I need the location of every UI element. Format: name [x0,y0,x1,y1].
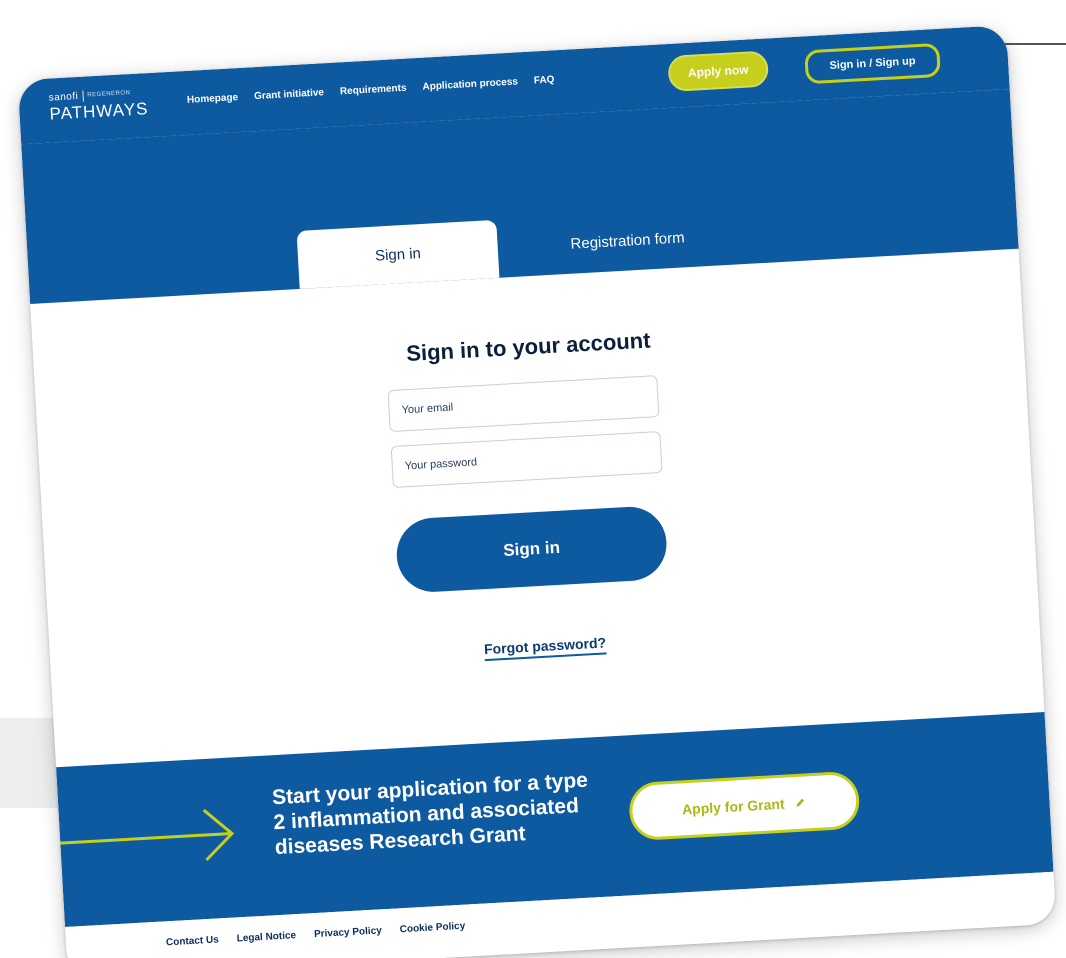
pencil-icon [796,798,805,807]
nav-faq[interactable]: FAQ [534,74,555,86]
sign-in-button[interactable]: Sign in [394,504,669,594]
tab-sign-in[interactable]: Sign in [296,219,500,289]
footer-links: Contact Us Legal Notice Privacy Policy C… [166,921,466,949]
nav-requirements[interactable]: Requirements [340,83,407,98]
apply-for-grant-button[interactable]: Apply for Grant [627,770,861,842]
password-field[interactable] [390,431,663,489]
apply-for-grant-label: Apply for Grant [681,795,785,818]
footer-legal-notice[interactable]: Legal Notice [236,930,296,944]
sign-in-sign-up-button[interactable]: Sign in / Sign up [804,42,941,85]
tab-registration-form[interactable]: Registration form [527,215,729,266]
footer-contact-us[interactable]: Contact Us [166,934,219,948]
apply-now-button[interactable]: Apply now [667,50,770,92]
forgot-password-link[interactable]: Forgot password? [483,634,607,662]
logo-sanofi: sanofi [48,90,79,104]
pathways-logo[interactable]: sanofi REGENERON PATHWAYS [48,87,149,124]
cta-text: Start your application for a type 2 infl… [271,768,589,860]
nav-homepage[interactable]: Homepage [187,92,239,106]
nav-grant-initiative[interactable]: Grant initiative [254,87,325,102]
arrow-right-icon [60,808,235,862]
email-field[interactable] [387,375,660,433]
page-stage: sanofi REGENERON PATHWAYS Homepage Grant… [0,0,1066,958]
sign-in-title: Sign in to your account [405,327,652,367]
main-nav: Homepage Grant initiative Requirements A… [187,74,555,106]
screenshot-card: sanofi REGENERON PATHWAYS Homepage Grant… [17,25,1057,958]
footer-privacy-policy[interactable]: Privacy Policy [314,925,382,940]
nav-application-process[interactable]: Application process [422,76,518,92]
logo-pathways: PATHWAYS [49,99,149,124]
forgot-password-wrapper: Forgot password? [50,610,1039,681]
footer-cookie-policy[interactable]: Cookie Policy [399,921,465,936]
